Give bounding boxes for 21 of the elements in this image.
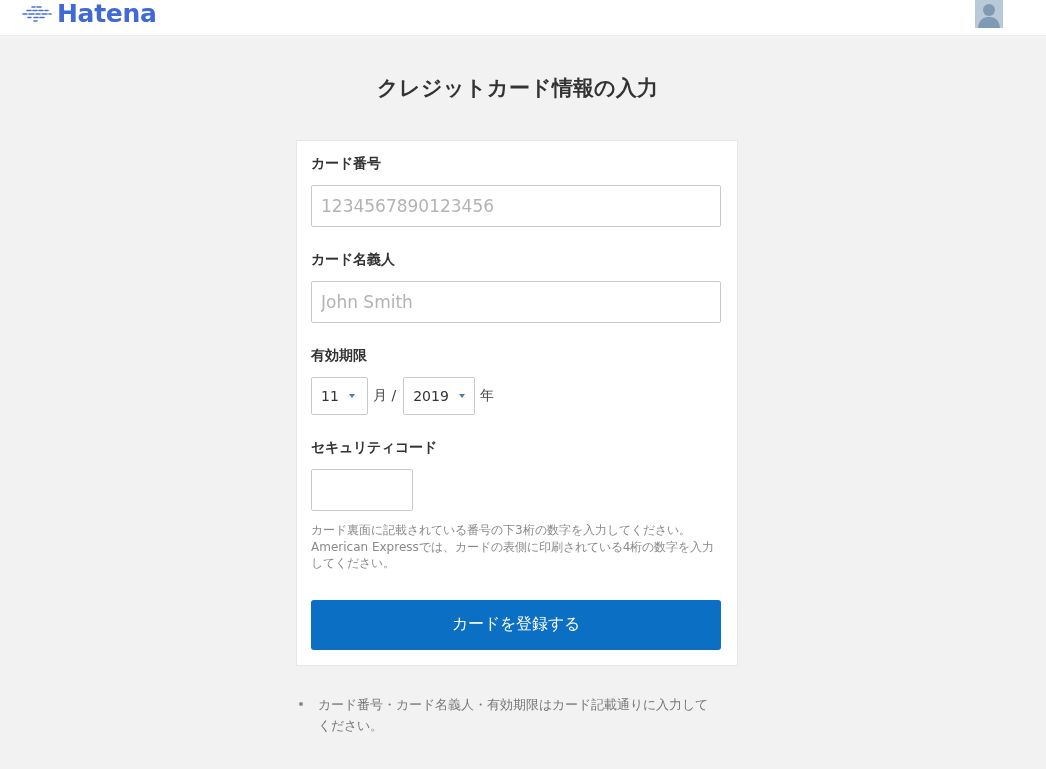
year-select[interactable]: 2019: [403, 377, 476, 415]
field-label: カード名義人: [311, 250, 396, 269]
unit-label: 年: [480, 387, 495, 405]
input-field[interactable]: 1234567890123456: [311, 185, 721, 227]
caret-icon: [458, 394, 465, 398]
page-title: クレジットカード情報の入力: [375, 75, 659, 102]
field-label: セキュリティコード: [311, 438, 438, 457]
month-select[interactable]: 11: [311, 377, 368, 415]
note-text: カード番号・カード名義人・有効期限はカード記載通りに入力してください。: [318, 695, 709, 735]
logo-icon: [22, 6, 52, 22]
field-label: カード番号: [311, 154, 382, 173]
logo-link[interactable]: Hatena: [22, 0, 157, 28]
help-text: American Expressでは、カードの表側に印刷されている4桁の数字を入力してください。: [311, 538, 716, 572]
avatar-icon[interactable]: [975, 0, 1003, 28]
caret-icon: [348, 394, 355, 398]
field-label: 有効期限: [311, 346, 368, 365]
security-code-field[interactable]: [311, 469, 413, 511]
help-text: カード裏面に記載されている番号の下3桁の数字を入力してください。: [311, 522, 692, 539]
unit-label: 月 /: [373, 387, 397, 405]
bullet-icon: [299, 701, 303, 706]
register-card-button[interactable]: カードを登録する: [311, 599, 721, 650]
